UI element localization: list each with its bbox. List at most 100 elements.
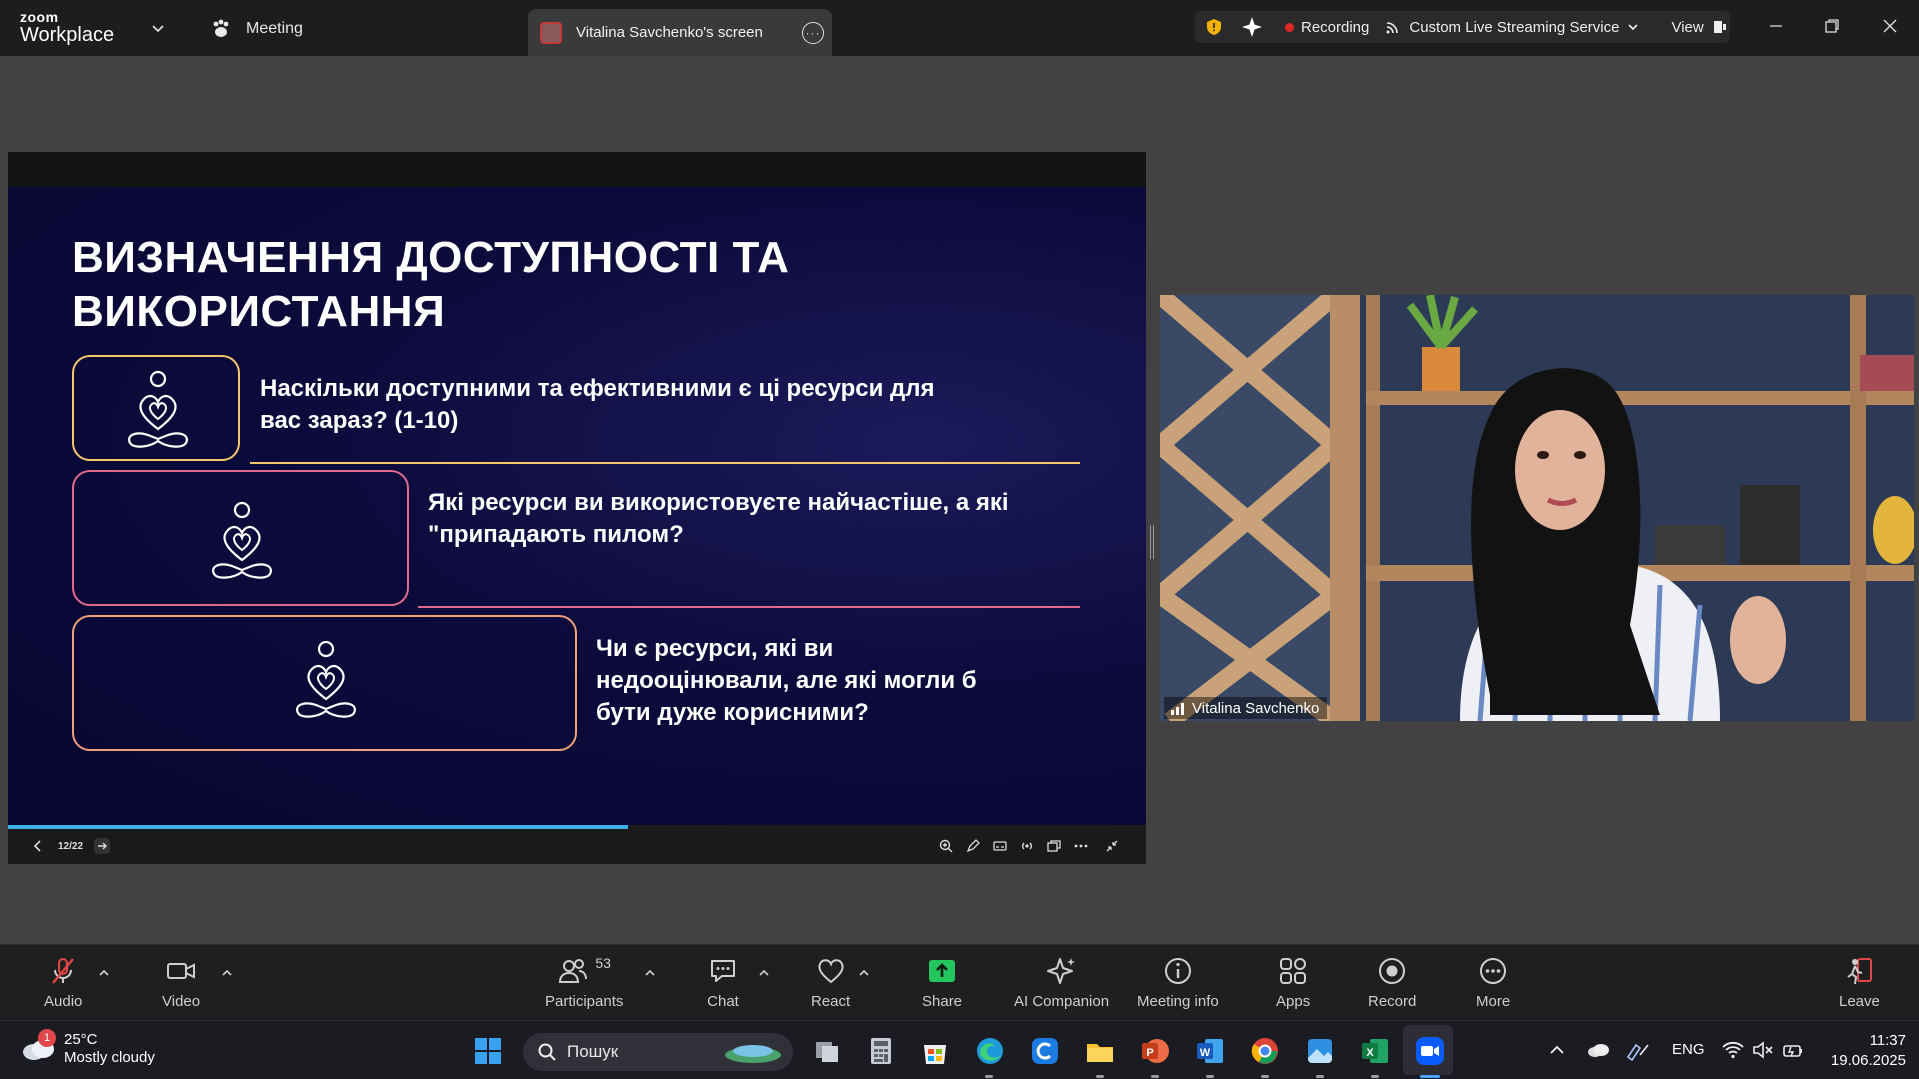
restore-icon[interactable]	[1820, 14, 1844, 38]
camera-icon	[167, 963, 196, 979]
chevron-left-icon[interactable]	[30, 838, 46, 854]
share-screen-icon	[929, 960, 956, 982]
record-label: Record	[1368, 993, 1417, 1010]
audio-button[interactable]: Audio	[44, 955, 82, 1010]
store-icon[interactable]	[920, 1036, 950, 1066]
splitter-handle[interactable]	[1150, 525, 1154, 559]
file-explorer-icon[interactable]	[1085, 1036, 1115, 1066]
caret-up-icon[interactable]	[644, 967, 656, 979]
photos-icon[interactable]	[1305, 1036, 1335, 1066]
view-menu[interactable]: View	[1671, 19, 1727, 36]
caret-up-icon[interactable]	[98, 967, 110, 979]
running-indicator	[1261, 1075, 1269, 1078]
powerpoint-icon[interactable]: P	[1140, 1036, 1170, 1066]
excel-icon[interactable]: X	[1360, 1036, 1390, 1066]
wifi-icon[interactable]	[1722, 1040, 1744, 1060]
zoom-in-icon[interactable]	[938, 838, 954, 854]
word-icon[interactable]: W	[1195, 1036, 1225, 1066]
leave-icon	[1847, 958, 1873, 985]
audio-share-icon[interactable]	[1019, 838, 1035, 854]
meditation-heart-icon	[212, 501, 272, 579]
caret-up-icon[interactable]	[858, 967, 870, 979]
pen-icon[interactable]	[965, 838, 981, 854]
calculator-icon[interactable]	[866, 1036, 896, 1066]
people-icon	[559, 959, 588, 983]
chat-button[interactable]: Chat	[707, 955, 739, 1010]
record-button[interactable]: Record	[1368, 955, 1416, 1010]
video-label: Video	[162, 993, 201, 1010]
weather-temp: 25°C	[64, 1031, 98, 1048]
language-indicator[interactable]: ENG	[1672, 1041, 1705, 1058]
stream-icon	[1386, 22, 1399, 34]
live-stream-menu[interactable]: Custom Live Streaming Service	[1385, 19, 1639, 36]
chevron-down-icon	[1628, 24, 1639, 31]
minimize-icon[interactable]	[1764, 14, 1788, 38]
apps-icon	[1280, 958, 1307, 984]
edge-icon[interactable]	[975, 1036, 1005, 1066]
meeting-info-button[interactable]: Meeting info	[1137, 955, 1219, 1010]
caret-up-icon[interactable]	[758, 967, 770, 979]
weather-widget[interactable]: 1 25°C Mostly cloudy	[20, 1029, 155, 1067]
heart-icon	[818, 959, 844, 984]
question-card-3	[72, 615, 577, 751]
clock-date: 19.06.2025	[1830, 1052, 1906, 1069]
sparkle-icon[interactable]	[1241, 16, 1263, 38]
window-icon[interactable]	[1046, 838, 1062, 854]
caret-up-icon[interactable]	[221, 967, 233, 979]
speaker-muted-icon[interactable]	[1752, 1040, 1774, 1060]
more-options-icon[interactable]: ···	[802, 22, 824, 44]
leave-label: Leave	[1839, 993, 1880, 1010]
close-icon[interactable]	[1878, 14, 1902, 38]
video-button[interactable]: Video	[162, 955, 200, 1010]
recording-label: Recording	[1301, 18, 1370, 36]
running-indicator	[1371, 1075, 1379, 1078]
react-button[interactable]: React	[811, 955, 850, 1010]
shield-icon[interactable]	[1205, 18, 1223, 36]
record-icon	[1379, 958, 1406, 984]
search-highlight-icon	[725, 1045, 781, 1063]
taskbar-search[interactable]: Пошук	[523, 1033, 793, 1071]
question-card-1	[72, 355, 240, 461]
chevron-down-icon[interactable]	[150, 20, 166, 36]
windows-start-icon[interactable]	[473, 1036, 503, 1066]
battery-icon[interactable]	[1782, 1040, 1804, 1060]
meeting-status-group: Recording Custom Live Streaming Service …	[1195, 11, 1730, 43]
question-2: Які ресурси ви використовуєте найчастіше…	[428, 489, 1009, 548]
page-indicator: 12/22	[58, 841, 84, 852]
chat-bubble-icon	[711, 960, 735, 982]
presenter-tools-icon[interactable]	[94, 838, 110, 854]
copilot-icon[interactable]	[1030, 1036, 1060, 1066]
onedrive-icon[interactable]	[1586, 1041, 1610, 1059]
meditation-heart-icon	[128, 370, 188, 448]
meditation-heart-icon	[296, 640, 356, 718]
share-button[interactable]: Share	[922, 955, 962, 1010]
participant-video[interactable]: Vitalina Savchenko	[1160, 295, 1914, 721]
chevron-up-icon[interactable]	[1548, 1041, 1566, 1059]
running-indicator	[1096, 1075, 1104, 1078]
chat-label: Chat	[707, 993, 739, 1010]
running-indicator	[1316, 1075, 1324, 1078]
leave-button[interactable]: Leave	[1839, 955, 1880, 1010]
system-clock[interactable]: 11:37 19.06.2025	[1826, 1031, 1906, 1071]
search-placeholder: Пошук	[567, 1042, 619, 1061]
pen-input-icon[interactable]	[1626, 1039, 1652, 1061]
tab-shared-screen[interactable]: Vitalina Savchenko's screen ···	[528, 9, 832, 56]
task-view-icon[interactable]	[812, 1036, 842, 1066]
question-3: Чи є ресурси, які ви недооцінювали, але …	[596, 635, 977, 726]
participants-button[interactable]: 53 Participants	[545, 955, 623, 1010]
tab-meeting[interactable]: Meeting	[210, 14, 303, 44]
recording-indicator[interactable]: Recording	[1285, 19, 1369, 36]
ai-companion-button[interactable]: AI Companion	[1014, 955, 1109, 1010]
zoom-app-icon[interactable]	[1415, 1036, 1445, 1066]
apps-button[interactable]: Apps	[1276, 955, 1310, 1010]
tab-meeting-label: Meeting	[246, 20, 303, 37]
divider	[418, 606, 1080, 608]
ellipsis-icon[interactable]	[1073, 838, 1089, 854]
exit-fullscreen-icon[interactable]	[1104, 838, 1120, 854]
captions-icon[interactable]	[992, 838, 1008, 854]
view-label: View	[1671, 18, 1704, 36]
shared-screen: ВИЗНАЧЕННЯ ДОСТУПНОСТІ ТА ВИКОРИСТАННЯ Н…	[8, 152, 1146, 864]
chrome-icon[interactable]	[1250, 1036, 1280, 1066]
more-button[interactable]: More	[1476, 955, 1510, 1010]
participants-count: 53	[595, 955, 611, 971]
